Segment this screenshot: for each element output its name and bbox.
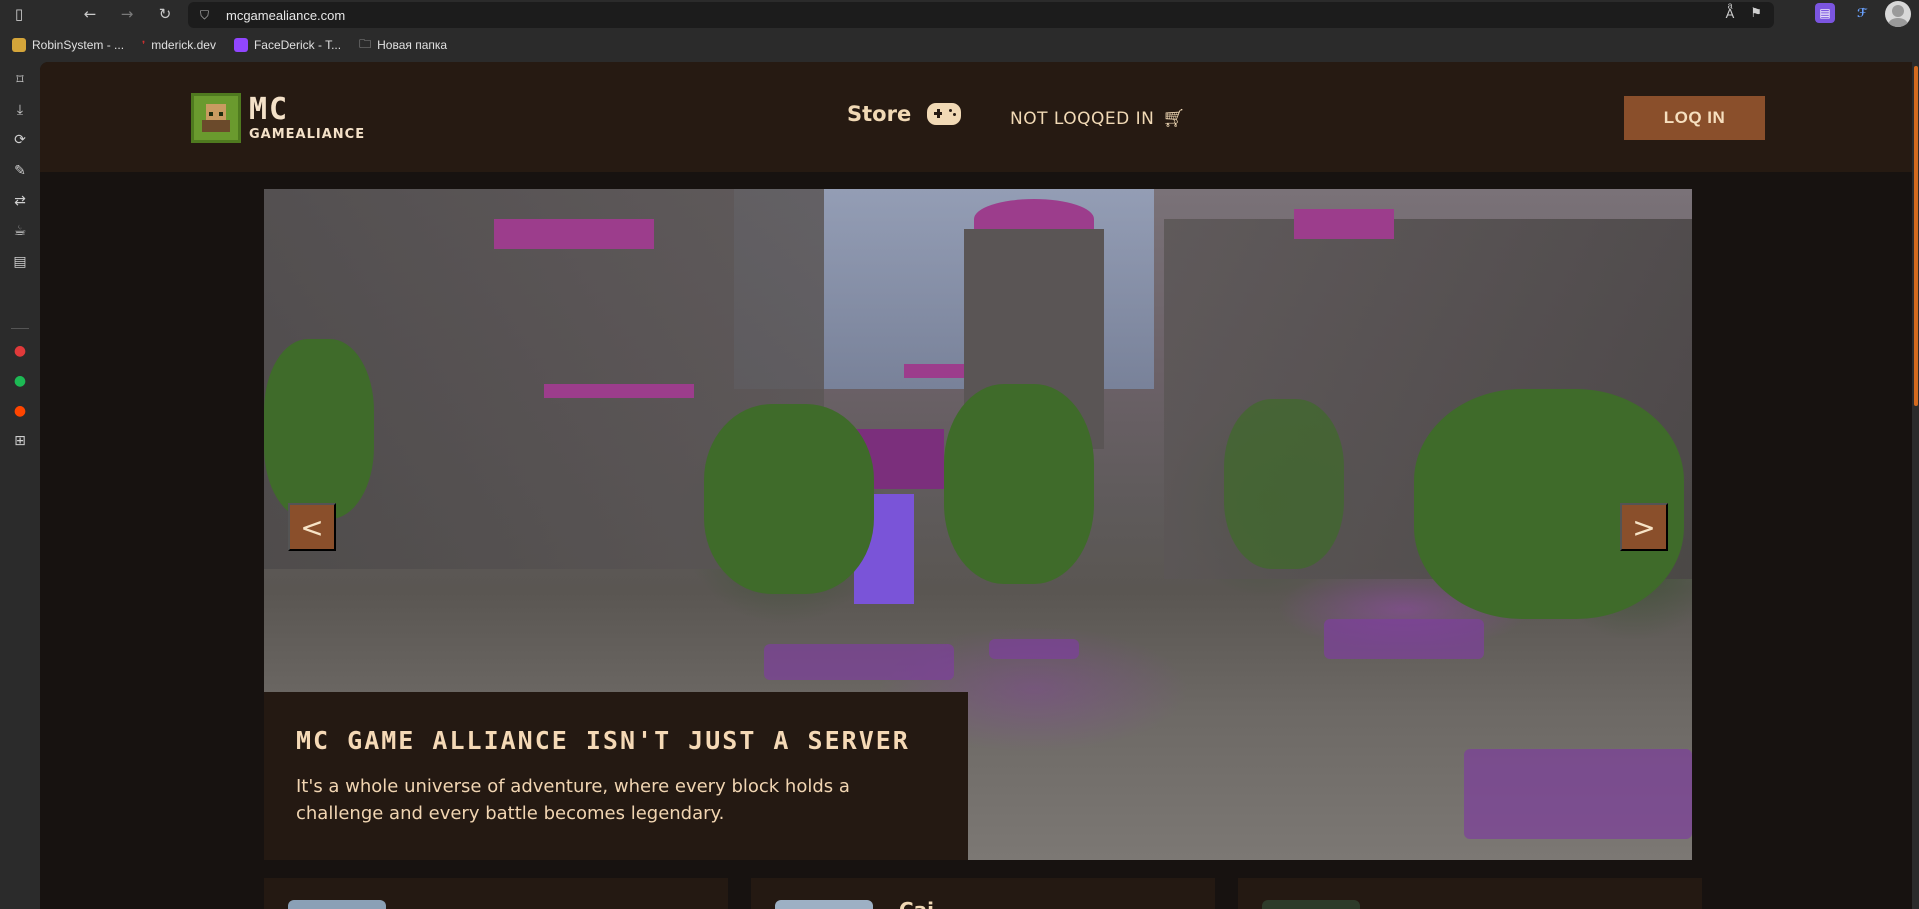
logo-line-1: MC (249, 92, 290, 127)
reader-icon[interactable]: ▤ (10, 252, 30, 272)
ground-shape (1464, 749, 1692, 839)
ground-shape (764, 644, 954, 680)
bookmark-item[interactable]: RobinSystem - ... (12, 38, 124, 52)
scrollbar-thumb[interactable] (1914, 66, 1918, 406)
bookmark-label: FaceDerick - T... (253, 38, 342, 52)
back-icon[interactable]: ← (80, 4, 100, 24)
hero-text: It's a whole universe of adventure, wher… (296, 776, 850, 824)
card-thumbnail (288, 900, 386, 909)
card-thumbnail (775, 900, 873, 909)
bookmark-page-icon[interactable]: ⚑ (1750, 6, 1762, 22)
sidebar-divider (11, 328, 29, 329)
login-button[interactable]: LOQ IN (1624, 96, 1765, 140)
hero-title: MC GAME ALLIANCE ISN'T JUST A SERVER (296, 726, 910, 755)
ground-shape (989, 639, 1079, 659)
twitch-icon (233, 38, 248, 52)
bookmark-item[interactable]: FaceDerick - T... (233, 38, 342, 52)
address-bar[interactable]: ⛉ mcgamealiance.com Aͣ ⚑ (188, 2, 1774, 28)
hero-caption: MC GAME ALLIANCE ISN'T JUST A SERVER It'… (264, 692, 968, 860)
tree-shape (264, 339, 374, 519)
roof-shape (1294, 209, 1394, 239)
site-header: MC GAMEALIANCE Store NOT LOQQED IN 🛒︎ LO… (40, 62, 1912, 172)
download-icon[interactable]: ⤓ (10, 100, 30, 120)
bookmark-label: RobinSystem - ... (32, 38, 125, 52)
hero-slider: < > MC GAME ALLIANCE ISN'T JUST A SERVER… (264, 189, 1692, 860)
bookmarks-icon[interactable]: ⌑ (10, 70, 30, 90)
reddit-icon[interactable]: ● (10, 401, 30, 421)
extension-translator-icon[interactable]: ℱ (1852, 3, 1872, 23)
site-security-icon[interactable]: ⛉ (200, 8, 212, 22)
roof-shape (494, 219, 654, 249)
robinsystem-icon (12, 38, 26, 52)
logo-line-2: GAMEALIANCE (249, 127, 366, 142)
profile-avatar[interactable] (1885, 1, 1911, 27)
store-label: Store (847, 102, 912, 126)
tree-shape (704, 404, 874, 594)
translate-panel-icon[interactable]: ⇄ (10, 191, 30, 211)
bookmark-folder[interactable]: 🗀 Новая папка (359, 35, 447, 56)
user-status-label: NOT LOQQED IN (1010, 108, 1155, 129)
browser-side-panel: ⌑ ⤓ ⟳ ✎ ⇄ ☕ ▤ ● ● ● ⊞ (0, 62, 40, 909)
history-icon[interactable]: ⟳ (10, 130, 30, 150)
translate-icon[interactable]: Aͣ (1726, 6, 1735, 22)
bookmarks-bar: RobinSystem - ... ❜ mderick.dev FaceDeri… (0, 28, 1919, 62)
feature-card[interactable]: Cai... (751, 878, 1215, 909)
tree-shape (944, 384, 1094, 584)
card-title: Cai... (899, 898, 957, 909)
ground-shape (1324, 619, 1484, 659)
add-panel-icon[interactable]: ⊞ (10, 431, 30, 451)
sidebar-toggle-icon[interactable]: ▯ (9, 4, 29, 24)
roof-shape (544, 384, 694, 398)
spotify-icon[interactable]: ● (10, 371, 30, 391)
user-status[interactable]: NOT LOQQED IN 🛒︎ (1010, 108, 1186, 129)
reload-icon[interactable]: ↻ (155, 4, 175, 24)
feature-card[interactable] (264, 878, 728, 909)
coffee-icon[interactable]: ☕ (10, 221, 30, 241)
card-thumbnail (1262, 900, 1360, 909)
bookmark-item[interactable]: ❜ mderick.dev (142, 38, 216, 52)
logo-mark (191, 93, 241, 143)
extension-clipboard-icon[interactable]: ▤ (1815, 3, 1835, 23)
slider-next-button[interactable]: > (1620, 503, 1668, 551)
cart-icon[interactable]: 🛒︎ (1162, 108, 1185, 129)
forward-icon[interactable]: → (117, 4, 137, 24)
browser-toolbar: ▯ ← → ↻ ⛉ mcgamealiance.com Aͣ ⚑ ▤ ℱ (0, 0, 1919, 28)
nav-store-link[interactable]: Store (847, 102, 962, 126)
page-scrollbar[interactable] (1912, 62, 1919, 909)
gamepad-icon (927, 103, 962, 125)
feature-card[interactable] (1238, 878, 1702, 909)
bookmark-label: mderick.dev (151, 38, 216, 52)
mderick-icon: ❜ (142, 39, 146, 51)
notes-icon[interactable]: ✎ (10, 161, 30, 181)
url-text[interactable]: mcgamealiance.com (226, 8, 345, 23)
tree-shape (1224, 399, 1344, 569)
slider-prev-button[interactable]: < (288, 503, 336, 551)
web-page: MC GAMEALIANCE Store NOT LOQQED IN 🛒︎ LO… (40, 62, 1912, 909)
bookmark-label: Новая папка (377, 38, 448, 52)
site-logo[interactable]: MC GAMEALIANCE (191, 93, 365, 143)
folder-icon: 🗀 (359, 36, 372, 51)
vivaldi-icon[interactable]: ● (10, 341, 30, 361)
